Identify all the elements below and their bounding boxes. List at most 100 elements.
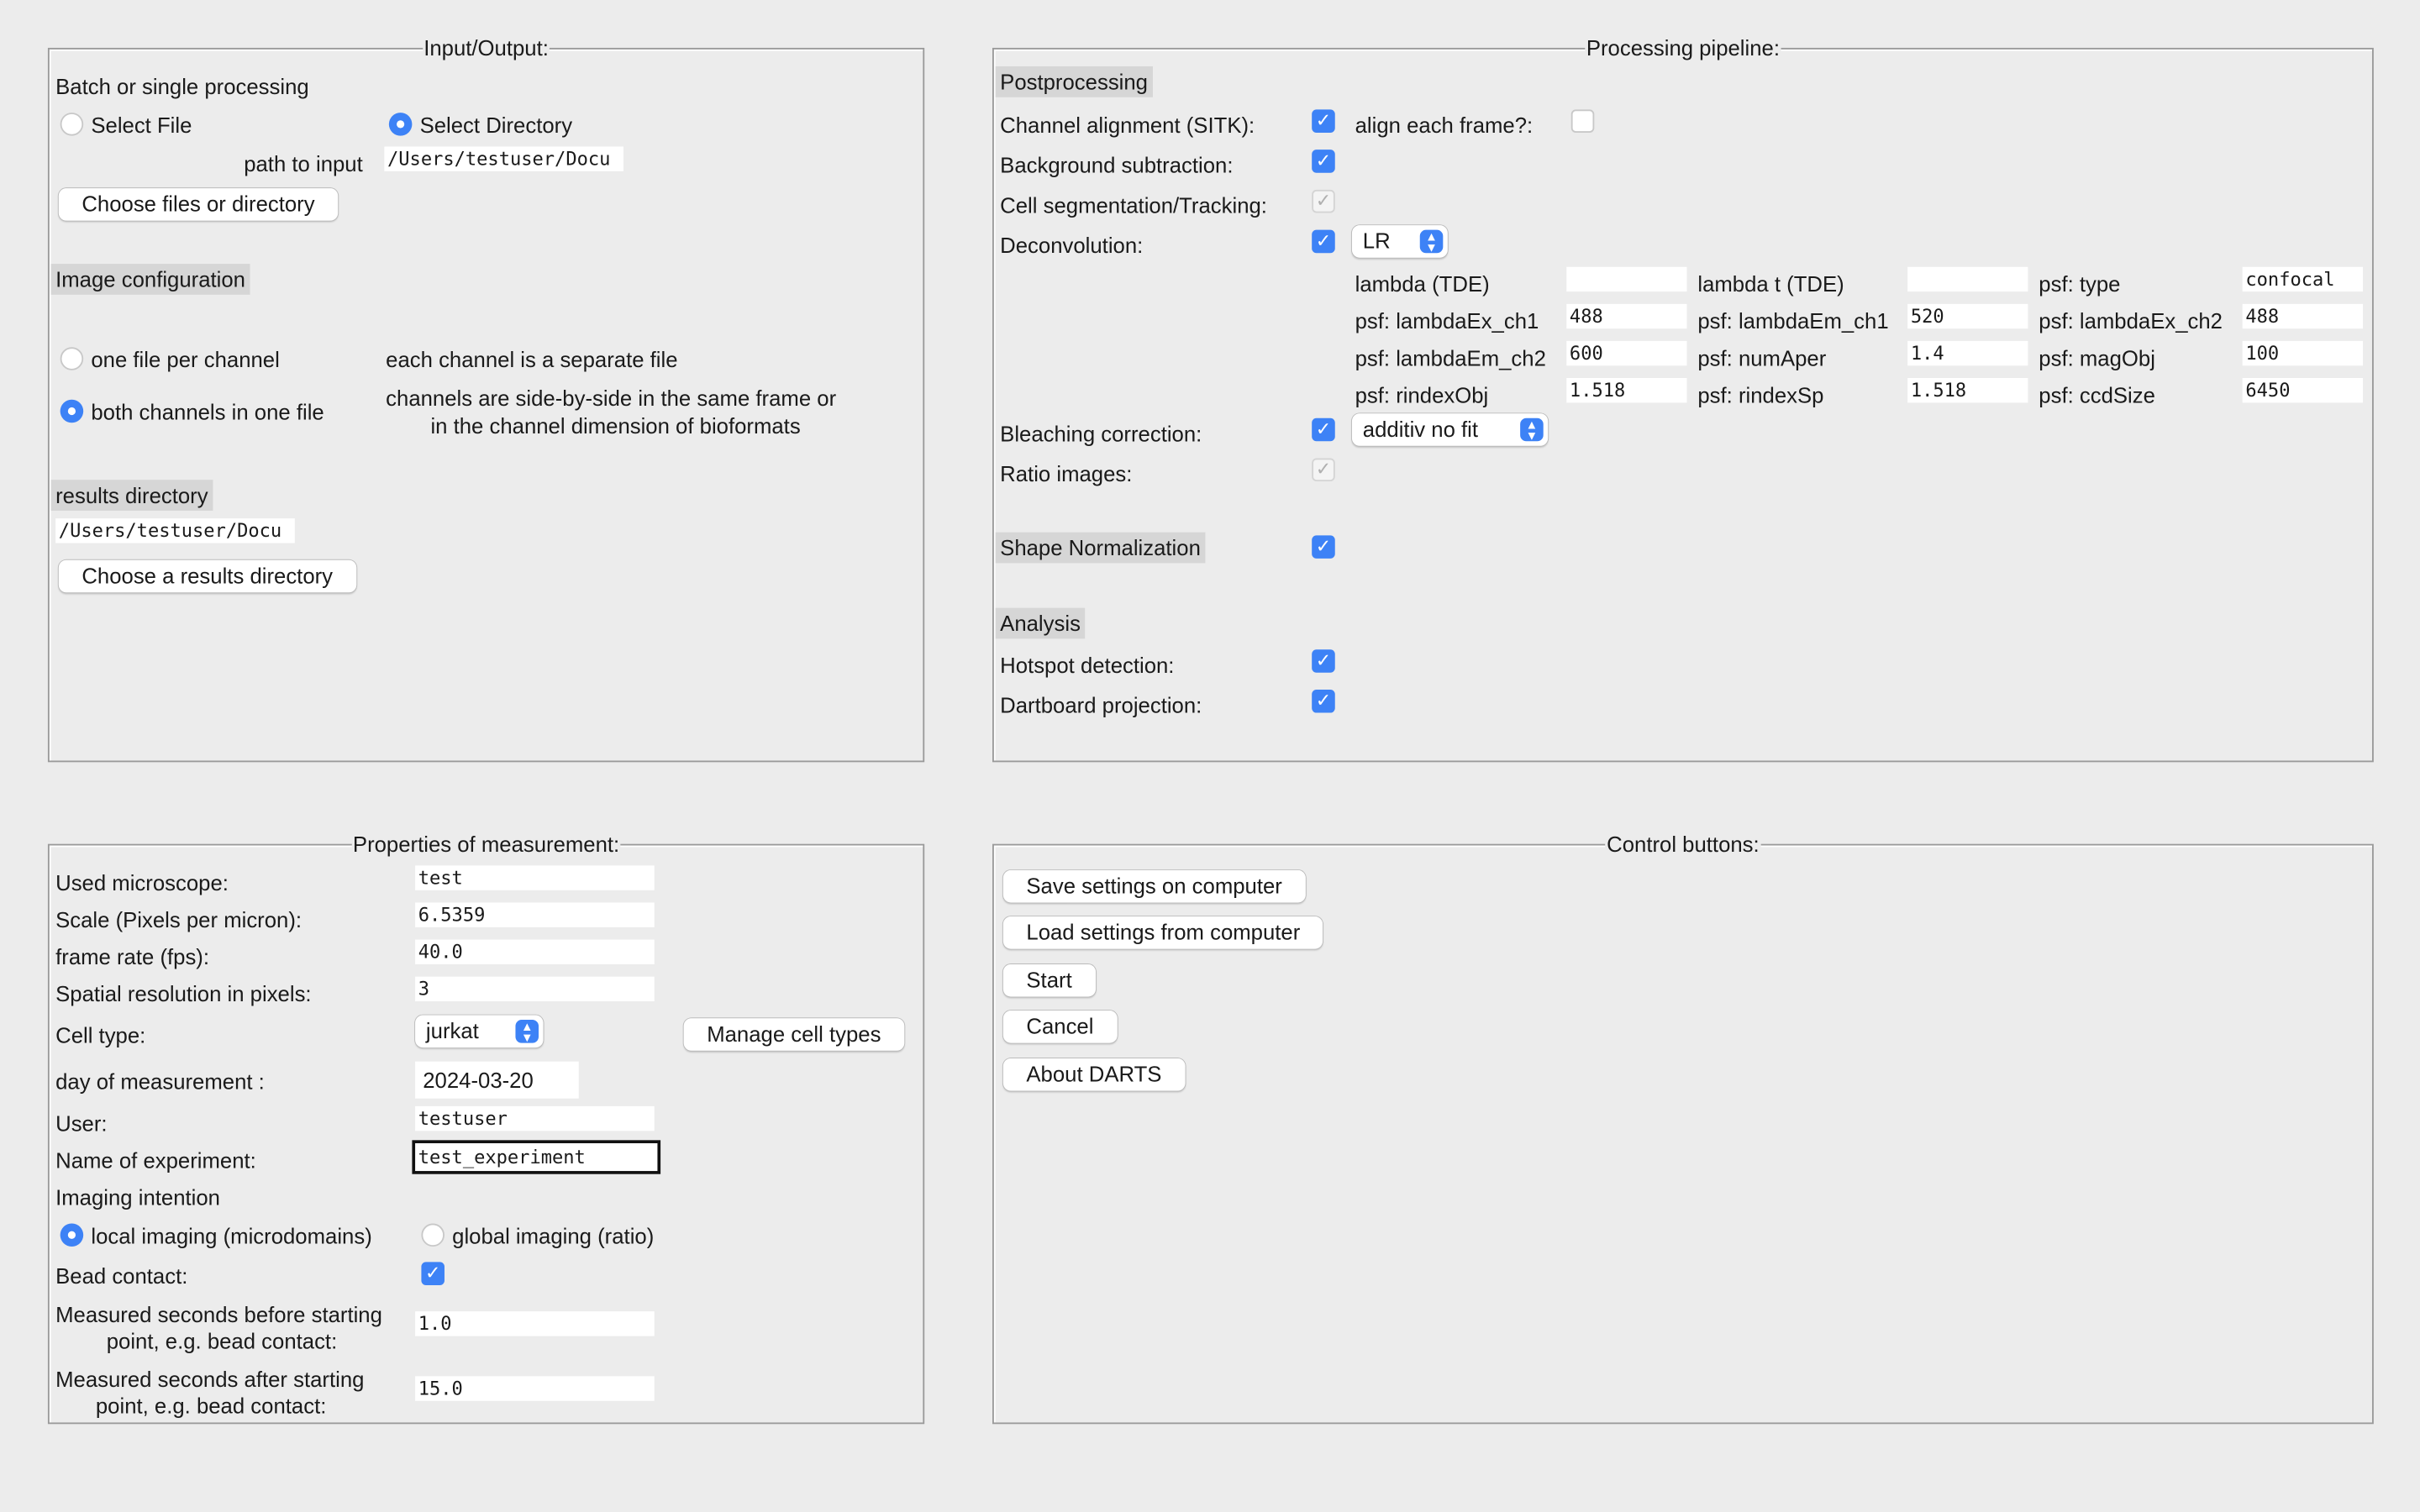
hotspot-checkbox[interactable]: ✓ xyxy=(1312,649,1335,673)
deconvolution-select[interactable]: LR ▲ ▼ xyxy=(1351,225,1448,258)
param-input[interactable]: confocal xyxy=(2242,266,2363,292)
path-label: path to input xyxy=(244,150,363,176)
param-label: psf: type xyxy=(2039,271,2121,297)
both-channels-label[interactable]: both channels in one file xyxy=(91,400,324,424)
chevron-updown-icon: ▲ ▼ xyxy=(515,1020,539,1044)
start-button[interactable]: Start xyxy=(1002,963,1096,997)
param-label: psf: lambdaEx_ch1 xyxy=(1355,308,1539,333)
choose-results-button[interactable]: Choose a results directory xyxy=(58,559,356,593)
cell-type-select[interactable]: jurkat ▲ ▼ xyxy=(415,1015,544,1048)
after-input[interactable]: 15.0 xyxy=(415,1376,655,1401)
param-input[interactable] xyxy=(1566,266,1687,292)
microscope-label: Used microscope: xyxy=(55,869,229,895)
before-label-2: point, e.g. bead contact: xyxy=(106,1328,338,1353)
input-output-panel: Input/Output: Batch or single processing… xyxy=(47,35,925,763)
param-label: psf: lambdaEm_ch2 xyxy=(1355,345,1546,370)
param-label: psf: ccdSize xyxy=(2039,382,2155,407)
param-input[interactable]: 100 xyxy=(2242,340,2363,366)
day-input[interactable]: 2024-03-20 xyxy=(415,1061,579,1099)
both-desc-1: channels are side-by-side in the same fr… xyxy=(386,386,837,411)
param-label: psf: numAper xyxy=(1697,345,1827,370)
align-each-checkbox[interactable] xyxy=(1570,109,1595,133)
channel-alignment-checkbox[interactable]: ✓ xyxy=(1312,109,1335,133)
bleaching-value: additiv no fit xyxy=(1362,416,1479,442)
param-label: lambda t (TDE) xyxy=(1697,271,1844,297)
properties-panel: Properties of measurement: Used microsco… xyxy=(47,831,925,1425)
select-directory-label[interactable]: Select Directory xyxy=(420,113,572,137)
select-directory-radio[interactable] xyxy=(388,113,413,136)
panel-title: Control buttons: xyxy=(1605,831,1761,857)
spatial-input[interactable]: 3 xyxy=(415,976,655,1002)
one-file-label[interactable]: one file per channel xyxy=(91,347,279,371)
dartboard-checkbox[interactable]: ✓ xyxy=(1312,690,1335,713)
user-input[interactable]: testuser xyxy=(415,1105,655,1131)
fps-input[interactable]: 40.0 xyxy=(415,939,655,964)
bleaching-checkbox[interactable]: ✓ xyxy=(1312,417,1335,442)
results-input[interactable]: /Users/testuser/Docu xyxy=(55,518,295,543)
cancel-button[interactable]: Cancel xyxy=(1002,1011,1118,1043)
background-label: Background subtraction: xyxy=(1000,152,1234,178)
before-label-1: Measured seconds before starting xyxy=(55,1302,382,1327)
choose-files-button[interactable]: Choose files or directory xyxy=(58,188,339,221)
scale-input[interactable]: 6.5359 xyxy=(415,902,655,927)
global-imaging-label[interactable]: global imaging (ratio) xyxy=(452,1224,654,1248)
processing-pipeline-panel: Processing pipeline: Postprocessing Chan… xyxy=(992,35,2374,763)
dartboard-label: Dartboard projection: xyxy=(1000,692,1202,718)
intention-label: Imaging intention xyxy=(55,1184,220,1210)
param-input[interactable]: 520 xyxy=(1907,303,2028,329)
fps-label: frame rate (fps): xyxy=(55,944,210,969)
panel-title: Processing pipeline: xyxy=(1585,35,1781,60)
param-label: lambda (TDE) xyxy=(1355,271,1490,297)
after-label-2: point, e.g. bead contact: xyxy=(95,1393,327,1418)
manage-cell-types-button[interactable]: Manage cell types xyxy=(683,1018,905,1051)
bleaching-select[interactable]: additiv no fit ▲ ▼ xyxy=(1351,413,1549,446)
microscope-input[interactable]: test xyxy=(415,865,655,890)
param-input[interactable]: 6450 xyxy=(2242,377,2363,403)
experiment-input[interactable]: test_experiment xyxy=(412,1140,661,1174)
param-input[interactable] xyxy=(1907,266,2028,292)
select-file-radio[interactable] xyxy=(60,113,84,136)
image-config-heading: Image configuration xyxy=(50,264,250,295)
control-buttons-panel: Control buttons: Save settings on comput… xyxy=(992,831,2374,1425)
bleaching-label: Bleaching correction: xyxy=(1000,421,1202,446)
bead-checkbox[interactable]: ✓ xyxy=(421,1262,445,1285)
param-label: psf: rindexObj xyxy=(1355,382,1489,407)
spatial-label: Spatial resolution in pixels: xyxy=(55,981,312,1006)
postprocessing-heading: Postprocessing xyxy=(995,66,1153,97)
param-input[interactable]: 1.518 xyxy=(1566,377,1687,403)
local-imaging-label[interactable]: local imaging (microdomains) xyxy=(91,1224,371,1248)
cell-type-value: jurkat xyxy=(425,1018,479,1043)
global-imaging-radio[interactable] xyxy=(421,1223,445,1247)
shape-norm-checkbox[interactable]: ✓ xyxy=(1312,535,1335,559)
align-each-label: align each frame?: xyxy=(1355,113,1534,138)
deconvolution-value: LR xyxy=(1362,228,1391,254)
save-settings-button[interactable]: Save settings on computer xyxy=(1002,869,1306,903)
chevron-updown-icon: ▲ ▼ xyxy=(1520,417,1544,442)
param-input[interactable]: 600 xyxy=(1566,340,1687,366)
about-button[interactable]: About DARTS xyxy=(1002,1058,1185,1091)
background-checkbox[interactable]: ✓ xyxy=(1312,150,1335,173)
both-desc-2: in the channel dimension of bioformats xyxy=(430,413,801,438)
select-file-label[interactable]: Select File xyxy=(91,113,192,137)
batch-label: Batch or single processing xyxy=(55,74,309,99)
param-input[interactable]: 488 xyxy=(2242,303,2363,329)
panel-title: Input/Output: xyxy=(422,35,550,60)
before-input[interactable]: 1.0 xyxy=(415,1311,655,1336)
local-imaging-radio[interactable] xyxy=(60,1223,84,1247)
param-label: psf: lambdaEx_ch2 xyxy=(2039,308,2223,333)
experiment-label: Name of experiment: xyxy=(55,1147,256,1173)
path-input[interactable]: /Users/testuser/Docu xyxy=(384,146,624,171)
load-settings-button[interactable]: Load settings from computer xyxy=(1002,916,1323,949)
scale-label: Scale (Pixels per micron): xyxy=(55,906,302,932)
both-channels-radio[interactable] xyxy=(60,399,84,423)
param-input[interactable]: 488 xyxy=(1566,303,1687,329)
cell-type-label: Cell type: xyxy=(55,1022,146,1048)
shape-norm-heading: Shape Normalization xyxy=(995,532,1206,564)
param-input[interactable]: 1.518 xyxy=(1907,377,2028,403)
param-input[interactable]: 1.4 xyxy=(1907,340,2028,366)
deconvolution-checkbox[interactable]: ✓ xyxy=(1312,229,1335,254)
one-file-radio[interactable] xyxy=(60,347,84,370)
channel-alignment-label: Channel alignment (SITK): xyxy=(1000,113,1255,138)
panel-title: Properties of measurement: xyxy=(351,831,622,857)
param-label: psf: lambdaEm_ch1 xyxy=(1697,308,1889,333)
